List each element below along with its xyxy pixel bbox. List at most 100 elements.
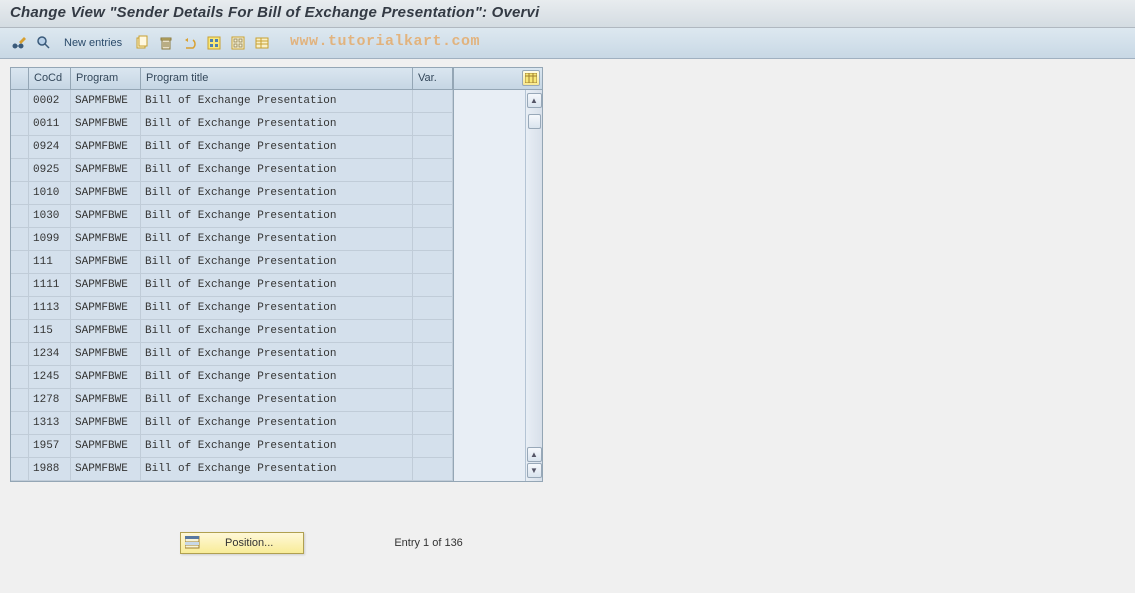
- cell-program-title[interactable]: Bill of Exchange Presentation: [141, 366, 413, 388]
- cell-program[interactable]: SAPMFBWE: [71, 113, 141, 135]
- scroll-up-small-button[interactable]: ▲: [527, 447, 542, 462]
- cell-var[interactable]: [413, 412, 453, 434]
- row-selector[interactable]: [11, 343, 29, 365]
- toggle-display-change-button[interactable]: [10, 33, 30, 53]
- cell-cocd[interactable]: 1030: [29, 205, 71, 227]
- cell-cocd[interactable]: 0925: [29, 159, 71, 181]
- cell-cocd[interactable]: 0011: [29, 113, 71, 135]
- row-selector[interactable]: [11, 412, 29, 434]
- table-settings-button[interactable]: [522, 70, 540, 86]
- cell-cocd[interactable]: 1957: [29, 435, 71, 457]
- cell-cocd[interactable]: 0002: [29, 90, 71, 112]
- cell-cocd[interactable]: 1010: [29, 182, 71, 204]
- scroll-up-button[interactable]: ▲: [527, 93, 542, 108]
- column-header-cocd[interactable]: CoCd: [29, 68, 71, 89]
- cell-cocd[interactable]: 1278: [29, 389, 71, 411]
- cell-var[interactable]: [413, 251, 453, 273]
- row-selector[interactable]: [11, 182, 29, 204]
- cell-program-title[interactable]: Bill of Exchange Presentation: [141, 228, 413, 250]
- row-selector[interactable]: [11, 274, 29, 296]
- cell-program-title[interactable]: Bill of Exchange Presentation: [141, 274, 413, 296]
- cell-var[interactable]: [413, 435, 453, 457]
- row-selector[interactable]: [11, 159, 29, 181]
- cell-program-title[interactable]: Bill of Exchange Presentation: [141, 113, 413, 135]
- cell-program[interactable]: SAPMFBWE: [71, 90, 141, 112]
- details-button[interactable]: [34, 33, 54, 53]
- undo-button[interactable]: [180, 33, 200, 53]
- cell-program-title[interactable]: Bill of Exchange Presentation: [141, 412, 413, 434]
- cell-var[interactable]: [413, 159, 453, 181]
- cell-cocd[interactable]: 0924: [29, 136, 71, 158]
- cell-program[interactable]: SAPMFBWE: [71, 412, 141, 434]
- row-selector[interactable]: [11, 435, 29, 457]
- cell-program-title[interactable]: Bill of Exchange Presentation: [141, 297, 413, 319]
- scroll-down-button[interactable]: ▼: [527, 463, 542, 478]
- cell-var[interactable]: [413, 228, 453, 250]
- row-selector[interactable]: [11, 458, 29, 480]
- cell-cocd[interactable]: 1234: [29, 343, 71, 365]
- row-selector[interactable]: [11, 136, 29, 158]
- cell-program-title[interactable]: Bill of Exchange Presentation: [141, 251, 413, 273]
- column-header-program[interactable]: Program: [71, 68, 141, 89]
- cell-program[interactable]: SAPMFBWE: [71, 366, 141, 388]
- cell-program-title[interactable]: Bill of Exchange Presentation: [141, 90, 413, 112]
- row-selector[interactable]: [11, 389, 29, 411]
- cell-var[interactable]: [413, 343, 453, 365]
- cell-program[interactable]: SAPMFBWE: [71, 297, 141, 319]
- cell-cocd[interactable]: 115: [29, 320, 71, 342]
- cell-var[interactable]: [413, 205, 453, 227]
- row-selector[interactable]: [11, 228, 29, 250]
- column-header-program-title[interactable]: Program title: [141, 68, 413, 89]
- print-button[interactable]: [252, 33, 272, 53]
- cell-program-title[interactable]: Bill of Exchange Presentation: [141, 320, 413, 342]
- cell-var[interactable]: [413, 297, 453, 319]
- cell-cocd[interactable]: 1313: [29, 412, 71, 434]
- cell-var[interactable]: [413, 136, 453, 158]
- table-vertical-scrollbar[interactable]: ▲ ▲ ▼: [525, 90, 542, 481]
- cell-program[interactable]: SAPMFBWE: [71, 320, 141, 342]
- column-selector[interactable]: [11, 68, 29, 89]
- cell-program[interactable]: SAPMFBWE: [71, 159, 141, 181]
- cell-program-title[interactable]: Bill of Exchange Presentation: [141, 136, 413, 158]
- deselect-all-button[interactable]: [228, 33, 248, 53]
- cell-var[interactable]: [413, 458, 453, 480]
- row-selector[interactable]: [11, 297, 29, 319]
- column-header-var[interactable]: Var.: [413, 68, 453, 89]
- cell-var[interactable]: [413, 274, 453, 296]
- cell-var[interactable]: [413, 389, 453, 411]
- cell-program[interactable]: SAPMFBWE: [71, 343, 141, 365]
- cell-program[interactable]: SAPMFBWE: [71, 136, 141, 158]
- row-selector[interactable]: [11, 205, 29, 227]
- cell-var[interactable]: [413, 182, 453, 204]
- cell-cocd[interactable]: 1099: [29, 228, 71, 250]
- cell-program[interactable]: SAPMFBWE: [71, 205, 141, 227]
- cell-program-title[interactable]: Bill of Exchange Presentation: [141, 159, 413, 181]
- cell-var[interactable]: [413, 366, 453, 388]
- row-selector[interactable]: [11, 366, 29, 388]
- cell-cocd[interactable]: 1111: [29, 274, 71, 296]
- cell-var[interactable]: [413, 113, 453, 135]
- cell-program[interactable]: SAPMFBWE: [71, 389, 141, 411]
- cell-cocd[interactable]: 1988: [29, 458, 71, 480]
- scroll-thumb[interactable]: [528, 114, 541, 129]
- cell-program-title[interactable]: Bill of Exchange Presentation: [141, 389, 413, 411]
- cell-cocd[interactable]: 1245: [29, 366, 71, 388]
- cell-program[interactable]: SAPMFBWE: [71, 251, 141, 273]
- cell-var[interactable]: [413, 320, 453, 342]
- cell-cocd[interactable]: 1113: [29, 297, 71, 319]
- position-button[interactable]: Position...: [180, 532, 304, 554]
- cell-program-title[interactable]: Bill of Exchange Presentation: [141, 458, 413, 480]
- row-selector[interactable]: [11, 90, 29, 112]
- row-selector[interactable]: [11, 251, 29, 273]
- cell-program[interactable]: SAPMFBWE: [71, 182, 141, 204]
- row-selector[interactable]: [11, 113, 29, 135]
- cell-program[interactable]: SAPMFBWE: [71, 274, 141, 296]
- cell-program-title[interactable]: Bill of Exchange Presentation: [141, 182, 413, 204]
- cell-program[interactable]: SAPMFBWE: [71, 435, 141, 457]
- cell-program[interactable]: SAPMFBWE: [71, 228, 141, 250]
- cell-program-title[interactable]: Bill of Exchange Presentation: [141, 435, 413, 457]
- delete-button[interactable]: [156, 33, 176, 53]
- copy-as-button[interactable]: [132, 33, 152, 53]
- cell-var[interactable]: [413, 90, 453, 112]
- cell-program-title[interactable]: Bill of Exchange Presentation: [141, 343, 413, 365]
